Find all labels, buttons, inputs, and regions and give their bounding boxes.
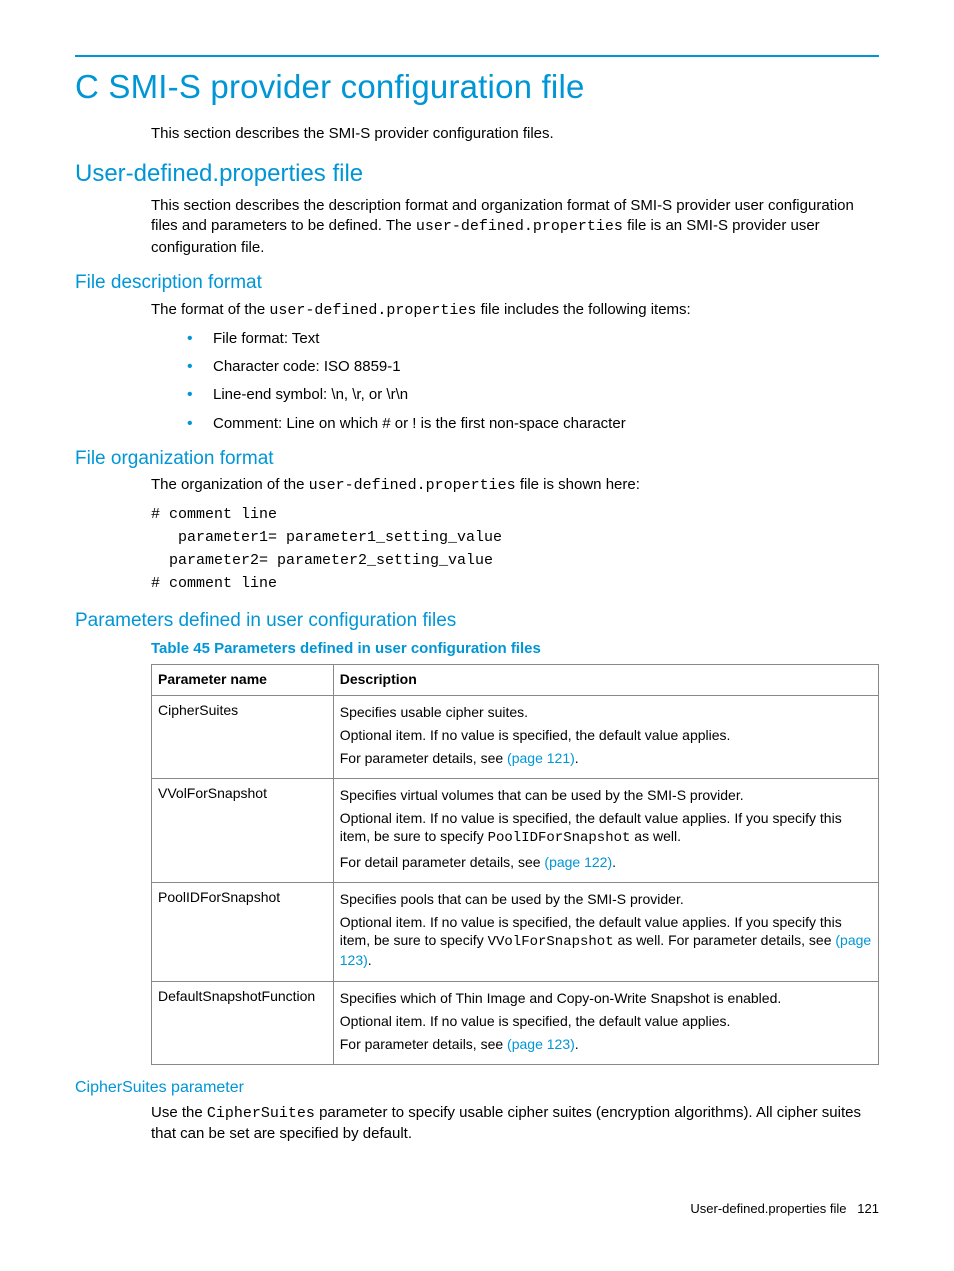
footer-text: User-defined.properties file [690, 1201, 846, 1216]
code-text: user-defined.properties [269, 302, 476, 319]
sec2-lead: The format of the user-defined.propertie… [151, 300, 879, 321]
text: Optional item. If no value is specified,… [340, 809, 872, 847]
sec1-para: This section describes the description f… [151, 196, 879, 258]
param-name: DefaultSnapshotFunction [152, 981, 334, 1065]
param-name: PoolIDForSnapshot [152, 882, 334, 981]
text: For parameter details, see [340, 750, 507, 766]
th-description: Description [333, 664, 878, 695]
page-number: 121 [857, 1201, 879, 1216]
table-row: PoolIDForSnapshot Specifies pools that c… [152, 882, 879, 981]
text: Specifies pools that can be used by the … [340, 890, 872, 908]
param-name: VVolForSnapshot [152, 779, 334, 883]
table-caption: Table 45 Parameters defined in user conf… [151, 639, 879, 659]
text: Use the [151, 1104, 207, 1121]
code-text: PoolIDForSnapshot [488, 830, 631, 846]
text: file includes the following items: [476, 301, 690, 318]
param-desc: Specifies virtual volumes that can be us… [333, 779, 878, 883]
page-link[interactable]: (page 123) [507, 1036, 575, 1052]
text: Specifies which of Thin Image and Copy-o… [340, 989, 872, 1007]
code-text: CipherSuites [207, 1105, 315, 1122]
text: as well. For parameter details, see [614, 932, 836, 948]
param-desc: Specifies pools that can be used by the … [333, 882, 878, 981]
list-item: Comment: Line on which # or ! is the fir… [187, 414, 879, 434]
page-title: C SMI-S provider configuration file [75, 65, 879, 110]
table-row: DefaultSnapshotFunction Specifies which … [152, 981, 879, 1065]
text: For detail parameter details, see (page … [340, 853, 872, 871]
text: For parameter details, see (page 121). [340, 749, 872, 767]
code-text: user-defined.properties [309, 477, 516, 494]
sec3-lead: The organization of the user-defined.pro… [151, 475, 879, 496]
text: Optional item. If no value is specified,… [340, 913, 872, 970]
list-item: Line-end symbol: \n, \r, or \r\n [187, 385, 879, 405]
text: Optional item. If no value is specified,… [340, 1012, 872, 1030]
parameters-table: Parameter name Description CipherSuites … [151, 664, 879, 1066]
text: file is shown here: [516, 476, 640, 493]
list-item: File format: Text [187, 329, 879, 349]
page-link[interactable]: (page 122) [544, 854, 612, 870]
code-block: # comment line parameter1= parameter1_se… [151, 503, 879, 596]
page-footer: User-defined.properties file 121 [75, 1200, 879, 1218]
th-parameter-name: Parameter name [152, 664, 334, 695]
text: . [612, 854, 616, 870]
page-link[interactable]: (page 121) [507, 750, 575, 766]
text: Specifies usable cipher suites. [340, 703, 872, 721]
text: . [575, 750, 579, 766]
text: Specifies virtual volumes that can be us… [340, 786, 872, 804]
list-item: Character code: ISO 8859-1 [187, 357, 879, 377]
sec5-para: Use the CipherSuites parameter to specif… [151, 1103, 879, 1145]
text: For detail parameter details, see [340, 854, 545, 870]
param-desc: Specifies which of Thin Image and Copy-o… [333, 981, 878, 1065]
table-row: CipherSuites Specifies usable cipher sui… [152, 695, 879, 779]
section-ciphersuites: CipherSuites parameter [75, 1077, 879, 1099]
text: Optional item. If no value is specified,… [340, 726, 872, 744]
top-rule [75, 55, 879, 57]
text: . [368, 952, 372, 968]
section-parameters-defined: Parameters defined in user configuration… [75, 608, 879, 634]
text: as well. [630, 828, 681, 844]
code-text: user-defined.properties [416, 218, 623, 235]
section-user-defined: User-defined.properties file [75, 158, 879, 190]
table-row: VVolForSnapshot Specifies virtual volume… [152, 779, 879, 883]
description-list: File format: Text Character code: ISO 88… [75, 329, 879, 434]
intro-text: This section describes the SMI-S provide… [151, 124, 879, 144]
text: The organization of the [151, 476, 309, 493]
text: . [575, 1036, 579, 1052]
section-file-organization: File organization format [75, 446, 879, 472]
text: For parameter details, see (page 123). [340, 1035, 872, 1053]
section-file-description: File description format [75, 270, 879, 296]
code-text: VVolForSnapshot [488, 934, 614, 950]
param-name: CipherSuites [152, 695, 334, 779]
text: For parameter details, see [340, 1036, 507, 1052]
param-desc: Specifies usable cipher suites. Optional… [333, 695, 878, 779]
text: The format of the [151, 301, 269, 318]
